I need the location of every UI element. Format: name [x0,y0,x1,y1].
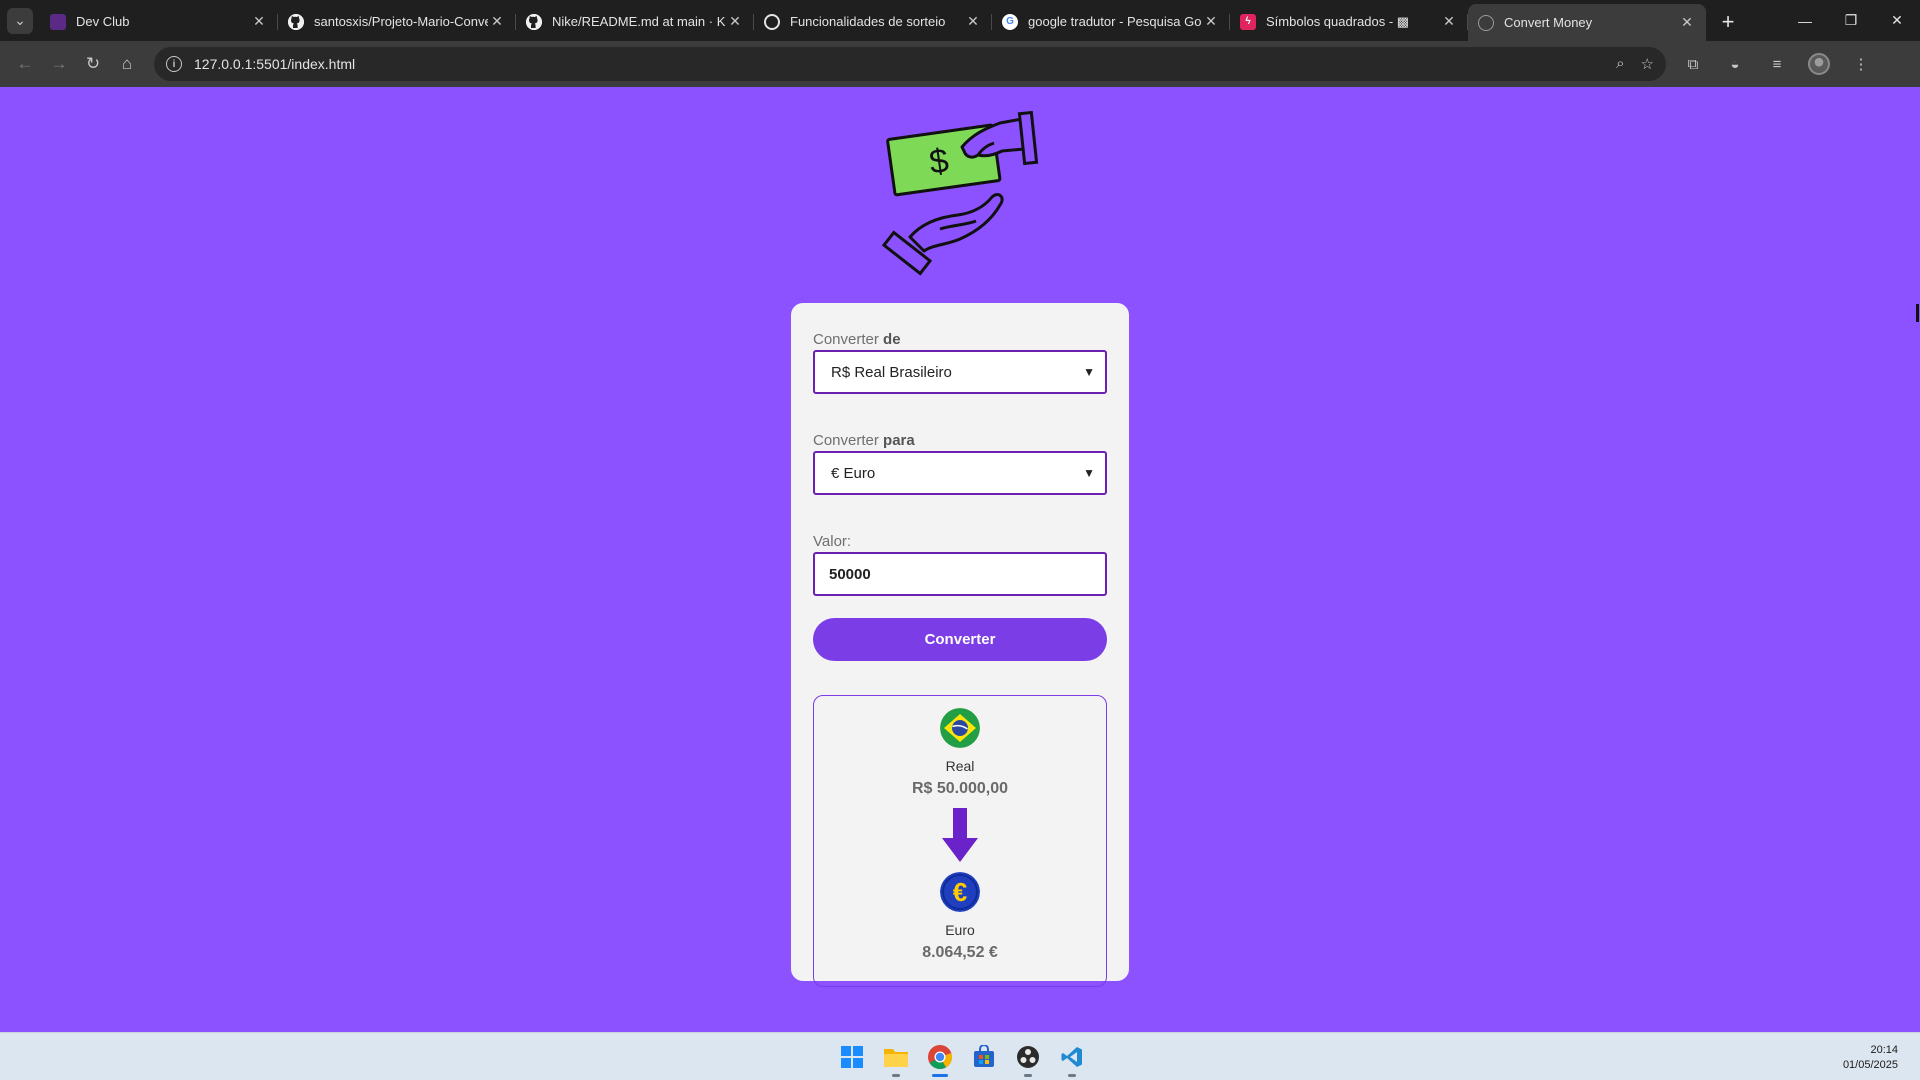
page-content: $ Converter de R$ Real Brasileiro ▼ Conv… [0,87,1920,1032]
brazil-flag-icon [940,708,980,748]
from-currency-name: Real [945,758,975,774]
arrow-down-icon [942,808,978,862]
url-text[interactable]: 127.0.0.1:5501/index.html [194,56,1616,72]
profile-avatar[interactable] [1802,47,1836,81]
money-transfer-logo: $ [881,110,1039,276]
obs-icon[interactable] [1010,1039,1046,1077]
devclub-icon [50,13,66,30]
home-icon[interactable]: ⌂ [110,47,144,81]
zoom-icon[interactable]: ⌕ [1616,55,1624,73]
to-currency-label: Converter para [813,432,1107,449]
site-info-icon[interactable]: i [166,56,182,72]
tab-title: Nike/README.md at main · Ka [552,14,726,29]
clock-time: 20:14 [1870,1044,1898,1056]
bookmark-star-icon[interactable]: ☆ [1641,55,1654,73]
from-label-text: Converter [813,331,879,348]
from-currency-select[interactable]: R$ Real Brasileiro ▼ [813,350,1107,394]
close-icon[interactable]: ✕ [1202,13,1220,30]
github-icon [526,13,542,30]
from-label-bold: de [883,331,901,348]
address-bar[interactable]: i 127.0.0.1:5501/index.html ⌕ ☆ [154,47,1666,81]
tab-title: Dev Club [76,14,130,29]
window-controls: — ❐ ✕ [1782,0,1920,41]
from-currency-value: R$ Real Brasileiro [831,363,952,381]
to-label-bold: para [883,432,915,449]
taskbar: 20:14 01/05/2025 [0,1032,1920,1080]
chevron-down-icon: ⌄ [7,7,33,34]
file-explorer-icon[interactable] [878,1039,914,1077]
forward-icon[interactable]: → [42,47,76,81]
system-clock[interactable]: 20:14 01/05/2025 [1843,1043,1898,1073]
mouse-cursor [1916,304,1919,322]
incognito-icon[interactable]: ◒ [1718,47,1752,81]
chrome-icon[interactable] [922,1039,958,1077]
menu-kebab-icon[interactable]: ⋮ [1844,47,1878,81]
to-currency-value: € Euro [831,464,876,482]
google-icon: G [1002,13,1018,30]
minimize-icon[interactable]: — [1782,0,1828,41]
restore-icon[interactable]: ❐ [1828,0,1874,41]
tab-title: Convert Money [1504,15,1593,30]
close-icon[interactable]: ✕ [1678,14,1696,31]
new-tab-button[interactable]: + [1710,4,1746,39]
convert-button[interactable]: Converter [813,618,1107,661]
openai-icon [764,13,780,30]
to-currency-amount: 8.064,52 € [922,944,998,961]
tab-convert-money[interactable]: Convert Money ✕ [1468,4,1706,41]
from-currency-label: Converter de [813,331,1107,348]
tab-github-mario[interactable]: santosxis/Projeto-Mario-Conve ✕ [278,4,516,39]
browser-tab-strip: ⌄ Dev Club ✕ santosxis/Projeto-Mario-Con… [0,0,1920,41]
extensions-icon[interactable]: ⧉ [1676,47,1710,81]
close-icon[interactable]: ✕ [1440,13,1458,30]
tab-title: santosxis/Projeto-Mario-Conve [314,14,488,29]
tab-title: Símbolos quadrados - ▩ [1266,13,1410,29]
clock-date: 01/05/2025 [1842,1059,1898,1071]
to-currency-select[interactable]: € Euro ▼ [813,451,1107,495]
euro-icon: € [940,872,980,912]
chevron-down-icon: ▼ [1083,365,1095,379]
close-icon[interactable]: ✕ [726,13,744,30]
browser-toolbar: ← → ↻ ⌂ i 127.0.0.1:5501/index.html ⌕ ☆ … [0,41,1920,87]
tab-search-button[interactable]: ⌄ [0,0,40,41]
to-label-text: Converter [813,432,879,449]
media-control-icon[interactable]: ≡ [1760,47,1794,81]
tab-simbolos[interactable]: ϟ Símbolos quadrados - ▩ ✕ [1230,4,1468,39]
close-icon[interactable]: ✕ [250,13,268,30]
windows-start-icon[interactable] [834,1039,870,1075]
vscode-icon[interactable] [1054,1039,1090,1077]
close-window-icon[interactable]: ✕ [1874,0,1920,41]
close-icon[interactable]: ✕ [488,13,506,30]
microsoft-store-icon[interactable] [966,1039,1002,1075]
amount-input[interactable]: 50000 [813,552,1107,596]
from-currency-amount: R$ 50.000,00 [911,780,1009,797]
tab-funcionalidades[interactable]: Funcionalidades de sorteio ✕ [754,4,992,39]
tab-github-nike[interactable]: Nike/README.md at main · Ka ✕ [516,4,754,39]
to-currency-name: Euro [945,922,975,938]
converter-card: Converter de R$ Real Brasileiro ▼ Conver… [791,303,1129,987]
globe-icon [1478,14,1494,31]
chevron-down-icon: ▼ [1083,466,1095,480]
tab-google-search[interactable]: G google tradutor - Pesquisa Goo ✕ [992,4,1230,39]
back-icon[interactable]: ← [8,47,42,81]
bolt-icon: ϟ [1240,13,1256,30]
close-icon[interactable]: ✕ [964,13,982,30]
github-icon [288,13,304,30]
result-box: Real R$ 50.000,00 € Euro 8.064,52 € [813,695,1107,987]
amount-label: Valor: [813,533,852,550]
svg-text:€: € [953,877,967,907]
reload-icon[interactable]: ↻ [76,47,110,81]
tab-title: Funcionalidades de sorteio [790,14,946,29]
tab-title: google tradutor - Pesquisa Goo [1028,14,1202,29]
tab-dev-club[interactable]: Dev Club ✕ [40,4,278,39]
